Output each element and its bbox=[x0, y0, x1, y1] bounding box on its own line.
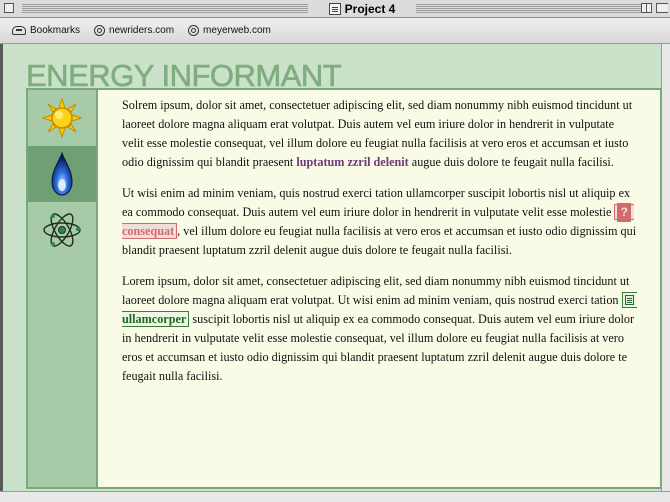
sidebar-item-flame[interactable] bbox=[28, 146, 96, 202]
bookmarks-toolbar: Bookmarks newriders.com meyerweb.com bbox=[0, 18, 670, 44]
icon-sidebar bbox=[28, 90, 98, 487]
paragraph-text: Ut wisi enim ad minim veniam, quis nostr… bbox=[122, 186, 631, 219]
vertical-scrollbar[interactable] bbox=[661, 44, 670, 502]
web-page: ENERGY INFORMANT Solrem ipsum, dolor sit… bbox=[0, 44, 670, 502]
bookmark-link-label: meyerweb.com bbox=[203, 25, 271, 36]
paragraph-text: , vel illum dolore eu feugiat nulla faci… bbox=[122, 224, 637, 257]
globe-icon bbox=[94, 25, 106, 36]
window-left-edge bbox=[0, 44, 3, 502]
titlebar-stripes bbox=[22, 3, 308, 14]
atom-icon bbox=[43, 213, 81, 247]
bookmark-link-meyerweb[interactable]: meyerweb.com bbox=[188, 25, 271, 36]
article-paragraph: Solrem ipsum, dolor sit amet, consectetu… bbox=[122, 96, 638, 172]
question-mark-icon: ? bbox=[617, 203, 631, 222]
sidebar-item-atom[interactable] bbox=[28, 202, 96, 258]
bookmarks-button[interactable]: Bookmarks bbox=[12, 25, 80, 36]
content-panel: Solrem ipsum, dolor sit amet, consectetu… bbox=[26, 88, 662, 489]
globe-icon bbox=[188, 25, 200, 36]
document-link-label: ullamcorper bbox=[122, 312, 187, 326]
bookmark-link-newriders[interactable]: newriders.com bbox=[94, 25, 174, 36]
bookmarks-label: Bookmarks bbox=[30, 25, 81, 36]
paragraph-text: suscipit lobortis nisl ut aliquip ex ea … bbox=[122, 312, 635, 383]
collapse-box-icon[interactable] bbox=[656, 3, 668, 13]
close-box-icon[interactable] bbox=[4, 3, 14, 13]
article-paragraph: Ut wisi enim ad minim veniam, quis nostr… bbox=[122, 184, 638, 260]
document-icon bbox=[328, 3, 341, 15]
flagged-link-label: consequat bbox=[122, 224, 175, 238]
paragraph-text: Lorem ipsum, dolor sit amet, consectetue… bbox=[122, 274, 630, 307]
sidebar-item-sun[interactable] bbox=[28, 90, 96, 146]
paragraph-text: augue duis dolore te feugait nulla facil… bbox=[408, 155, 614, 169]
article-body: Solrem ipsum, dolor sit amet, consectetu… bbox=[122, 96, 638, 398]
bookmarks-icon bbox=[12, 26, 26, 35]
window-titlebar[interactable]: Project 4 bbox=[0, 0, 670, 18]
article-paragraph: Lorem ipsum, dolor sit amet, consectetue… bbox=[122, 272, 638, 386]
window-title-text: Project 4 bbox=[344, 2, 396, 16]
flame-icon bbox=[51, 152, 73, 196]
window-title: Project 4 bbox=[308, 1, 416, 17]
sun-icon bbox=[42, 98, 82, 138]
titlebar-stripes bbox=[416, 3, 642, 14]
visited-link[interactable]: luptatum zzril delenit bbox=[296, 155, 408, 169]
document-icon bbox=[624, 295, 634, 305]
horizontal-scrollbar[interactable] bbox=[0, 491, 670, 502]
zoom-box-icon[interactable] bbox=[641, 3, 652, 13]
bookmark-link-label: newriders.com bbox=[109, 25, 175, 36]
